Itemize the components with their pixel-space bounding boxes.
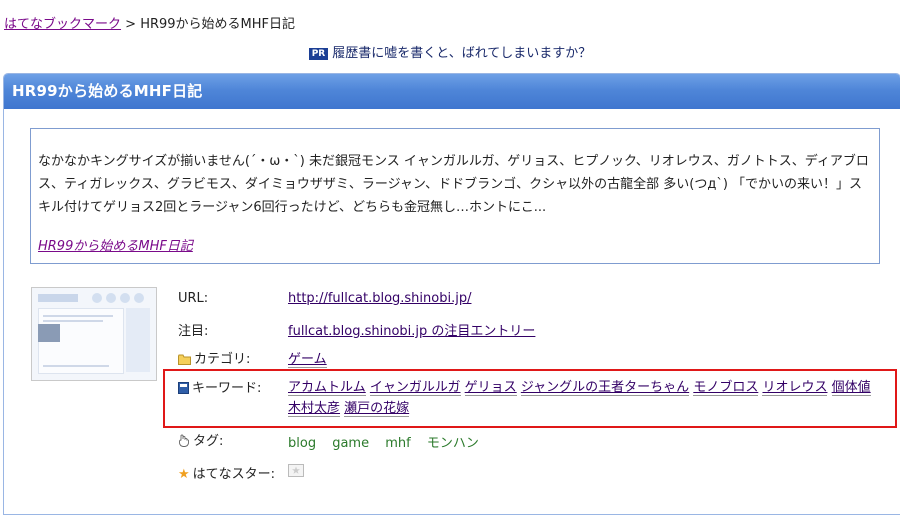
entry-title: HR99から始めるMHF日記 xyxy=(4,74,900,109)
thumbnail-header-bar xyxy=(38,294,78,302)
thumbnail-text-line xyxy=(43,315,113,317)
breadcrumb-separator: > xyxy=(125,17,137,32)
category-label: カテゴリ: xyxy=(194,352,251,367)
thumbnail-text-line xyxy=(43,320,103,322)
tags-label: タグ: xyxy=(193,434,224,449)
folder-icon xyxy=(178,354,191,369)
breadcrumb: はてなブックマーク > HR99から始めるMHF日記 xyxy=(4,13,295,32)
keyword-highlight-box xyxy=(163,369,897,428)
thumbnail-dot xyxy=(134,293,144,303)
tag-link[interactable]: blog xyxy=(288,436,316,451)
site-thumbnail[interactable] xyxy=(31,287,157,381)
category-link[interactable]: ゲーム xyxy=(288,352,327,368)
url-value: http://fullcat.blog.shinobi.jp/ xyxy=(288,291,471,306)
pr-ad-link[interactable]: 履歴書に嘘を書くと、ばれてしまいますか？ xyxy=(332,46,591,61)
attention-link[interactable]: fullcat.blog.shinobi.jp の注目エントリー xyxy=(288,324,535,339)
tag-link[interactable]: mhf xyxy=(385,436,410,451)
thumbnail-sidebar xyxy=(126,308,150,372)
category-value: ゲーム xyxy=(288,348,327,368)
tag-link[interactable]: game xyxy=(332,436,369,451)
entry-summary-text: なかなかキングサイズが揃いません(´・ω・`) 未だ銀冠モンス イャンガルルガ、… xyxy=(38,154,869,215)
breadcrumb-root-link[interactable]: はてなブックマーク xyxy=(4,17,121,32)
url-label: URL: xyxy=(178,291,209,306)
attention-label: 注目: xyxy=(178,324,209,339)
star-value xyxy=(288,464,304,481)
thumbnail-image xyxy=(38,324,60,342)
pr-badge: PR xyxy=(308,48,329,60)
entry-summary-link[interactable]: HR99から始めるMHF日記 xyxy=(38,235,193,254)
entry-panel: HR99から始めるMHF日記 なかなかキングサイズが揃いません(´・ω・`) 未… xyxy=(3,73,900,515)
thumbnail-dot xyxy=(120,293,130,303)
add-star-icon[interactable] xyxy=(288,464,304,481)
attention-value: fullcat.blog.shinobi.jp の注目エントリー xyxy=(288,320,535,339)
thumbnail-text-line xyxy=(43,365,109,367)
tags-row-label: タグ: xyxy=(178,430,223,451)
thumbnail-dot xyxy=(92,293,102,303)
entry-summary-box: なかなかキングサイズが揃いません(´・ω・`) 未だ銀冠モンス イャンガルルガ、… xyxy=(30,128,880,264)
breadcrumb-current: HR99から始めるMHF日記 xyxy=(140,17,296,32)
url-link[interactable]: http://fullcat.blog.shinobi.jp/ xyxy=(288,291,471,306)
pr-ad: PR 履歴書に嘘を書くと、ばれてしまいますか？ xyxy=(0,42,900,61)
tag-hand-icon xyxy=(178,434,190,451)
tag-list: blog game mhf モンハン xyxy=(288,432,491,451)
star-label: はてなスター: xyxy=(192,467,276,482)
tag-link[interactable]: モンハン xyxy=(427,436,479,451)
thumbnail-dot xyxy=(106,293,116,303)
star-icon: ★ xyxy=(178,467,190,482)
category-row-label: カテゴリ: xyxy=(178,348,250,369)
star-row-label: ★ はてなスター: xyxy=(178,463,275,482)
